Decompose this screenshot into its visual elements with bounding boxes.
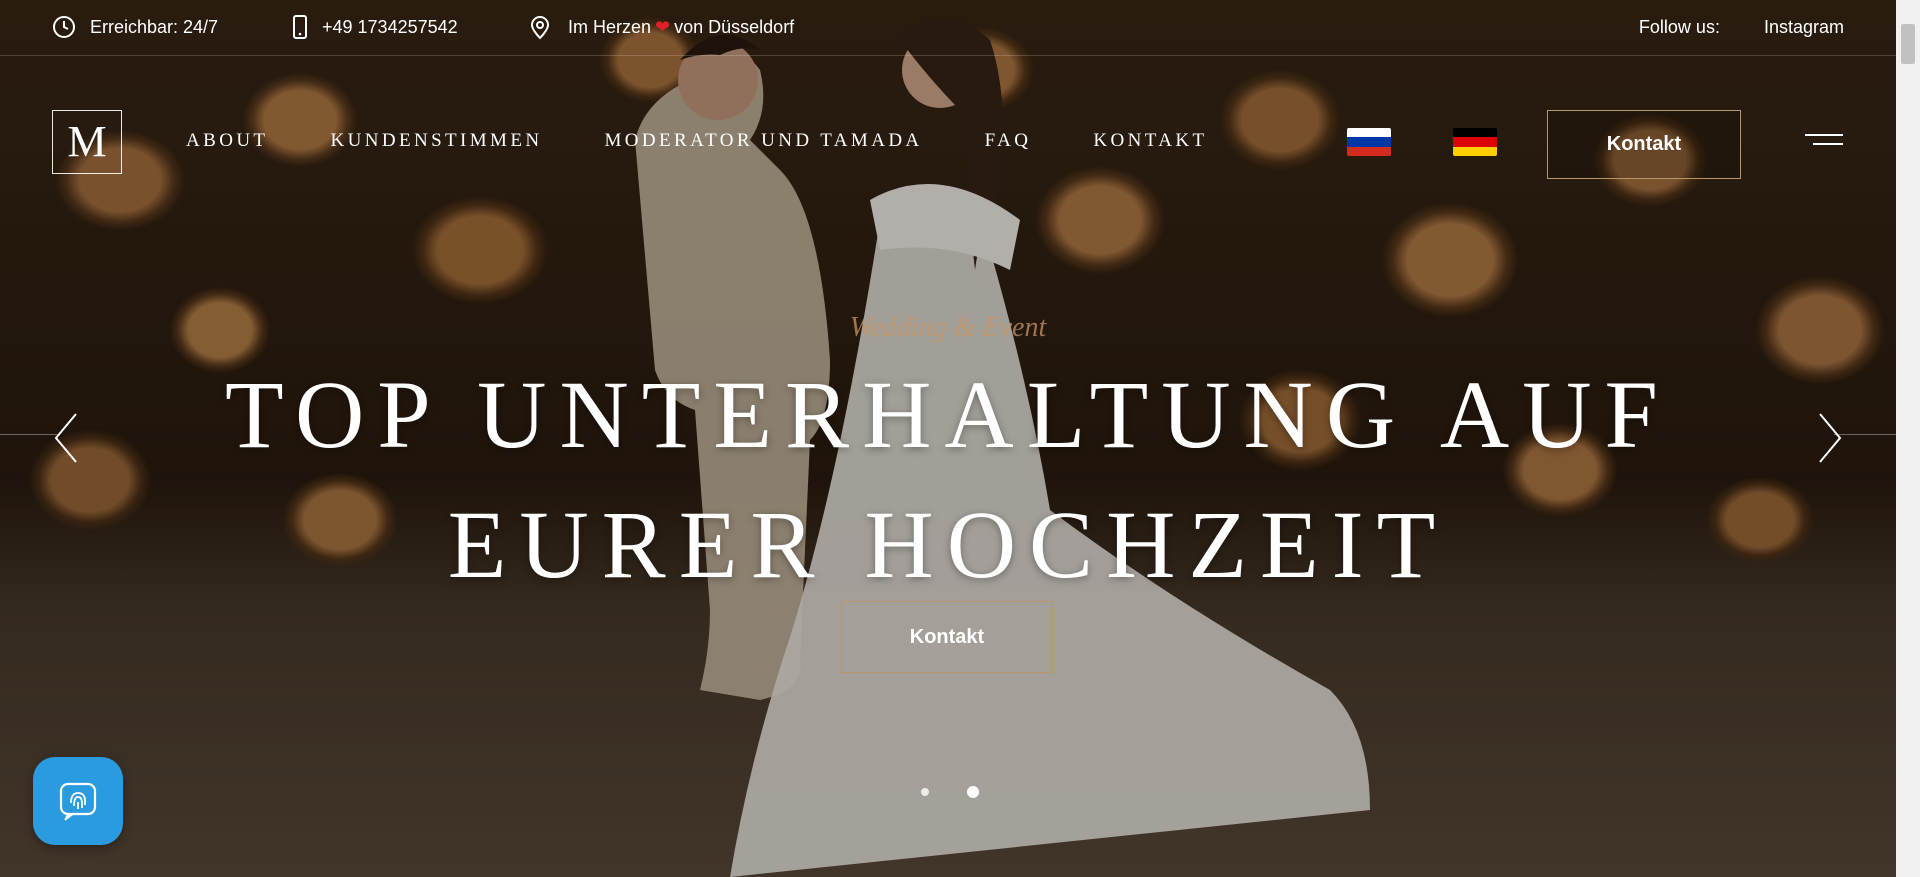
russian-flag-icon[interactable]	[1347, 128, 1391, 156]
slider-pagination	[921, 786, 979, 798]
page-scrollbar[interactable]	[1896, 0, 1920, 877]
nav-item-kontakt[interactable]: Kontakt	[1093, 130, 1207, 152]
page: Erreichbar: 24/7 +49 1734257542 Im Herze…	[0, 0, 1920, 877]
fingerprint-icon	[59, 782, 97, 821]
german-flag-icon[interactable]	[1453, 128, 1497, 156]
follow-label: Follow us:	[1638, 17, 1720, 37]
hero-headline: Top Unterhaltung auf eurer Hochzeit	[0, 350, 1896, 610]
phone-icon	[293, 15, 307, 39]
phone-number[interactable]: +49 1734257542	[322, 17, 458, 38]
location-item: Im Herzen ❤ von Düsseldorf	[530, 15, 794, 39]
hero-contact-button[interactable]: Kontakt	[841, 601, 1053, 673]
heart-icon: ❤	[655, 16, 671, 37]
hamburger-menu-icon[interactable]	[1805, 134, 1843, 154]
site-logo[interactable]: M	[52, 110, 122, 174]
location-text-start: Im Herzen	[568, 16, 652, 37]
clock-icon	[53, 16, 75, 38]
slider-next-arrow-icon[interactable]	[1812, 412, 1846, 464]
nav-item-faq[interactable]: FAQ	[985, 130, 1032, 152]
hero-headline-line2: eurer Hochzeit	[447, 491, 1449, 598]
main-nav: About Kundenstimmen Moderator und Tamada…	[186, 130, 1207, 152]
map-pin-icon	[530, 16, 550, 39]
phone-item[interactable]: +49 1734257542	[292, 15, 458, 39]
nav-item-kundenstimmen[interactable]: Kundenstimmen	[330, 130, 542, 152]
hero-headline-line1: Top Unterhaltung auf	[225, 361, 1671, 468]
slide-dot-2[interactable]	[967, 786, 979, 798]
logo-letter: M	[67, 117, 107, 166]
instagram-link[interactable]: Instagram	[1764, 17, 1844, 38]
header-contact-button[interactable]: Kontakt	[1547, 110, 1741, 179]
availability-text: Erreichbar: 24/7	[90, 16, 219, 37]
slider-prev-arrow-icon[interactable]	[50, 412, 84, 464]
location-text-end: von Düsseldorf	[674, 16, 795, 37]
top-info-bar: Erreichbar: 24/7 +49 1734257542 Im Herze…	[0, 0, 1896, 56]
social-follow: Follow us: Instagram	[1639, 17, 1844, 38]
scrollbar-thumb[interactable]	[1901, 24, 1915, 64]
availability-item: Erreichbar: 24/7	[52, 15, 218, 39]
slide-dot-1[interactable]	[921, 788, 929, 796]
nav-item-moderator[interactable]: Moderator und Tamada	[604, 130, 922, 152]
hero-eyebrow: Wedding & Event	[849, 312, 1047, 343]
fingerprint-accessibility-button[interactable]	[33, 757, 123, 845]
nav-item-about[interactable]: About	[186, 130, 268, 152]
